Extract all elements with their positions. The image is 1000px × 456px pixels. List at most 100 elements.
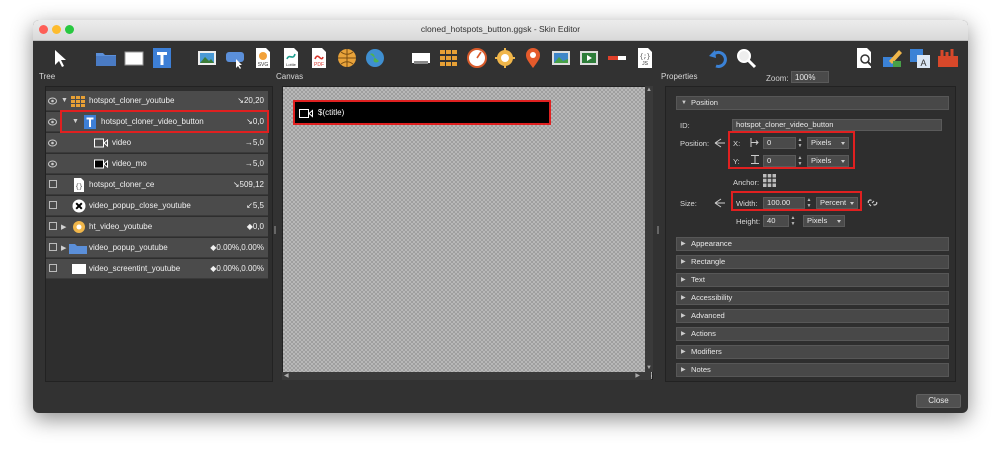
image-button-icon[interactable]: [224, 47, 246, 69]
y-unit-select[interactable]: Pixels: [807, 155, 849, 167]
horizontal-offset-icon: [750, 138, 759, 147]
visibility-checkbox[interactable]: [49, 222, 57, 230]
toolbox-icon[interactable]: [937, 47, 959, 69]
lottie-file-icon[interactable]: Lottie: [280, 47, 302, 69]
hotspot-icon[interactable]: [494, 47, 516, 69]
eye-icon[interactable]: [48, 97, 57, 105]
tree-row[interactable]: ▶ ht_video_youtube ◆0,0: [46, 217, 268, 237]
folder-icon[interactable]: [95, 47, 117, 69]
video-camera-icon: [94, 136, 108, 150]
canvas-vertical-scrollbar[interactable]: ▲ ▼: [645, 86, 653, 372]
visibility-checkbox[interactable]: [49, 243, 57, 251]
tree-row-label: ht_video_youtube: [89, 222, 153, 231]
expand-arrow-icon[interactable]: ▶: [61, 223, 66, 231]
width-stepper[interactable]: ▲ ▼: [806, 197, 812, 209]
section-accessibility[interactable]: ▶ Accessibility: [676, 291, 949, 305]
close-button[interactable]: Close: [916, 394, 961, 408]
map-pin-icon[interactable]: [522, 47, 544, 69]
canvas-header: Canvas: [276, 72, 304, 81]
link-arrow-icon[interactable]: [714, 138, 726, 148]
scroll-left-icon[interactable]: ◀: [284, 372, 289, 379]
x-unit-select[interactable]: Pixels: [807, 137, 849, 149]
canvas-video-button[interactable]: $(ctitle): [293, 100, 551, 125]
height-stepper[interactable]: ▲ ▼: [790, 215, 796, 227]
size-label: Size:: [680, 199, 697, 208]
eye-icon[interactable]: [48, 160, 57, 168]
section-rectangle[interactable]: ▶ Rectangle: [676, 255, 949, 269]
splitter-handle[interactable]: [274, 226, 276, 234]
section-text[interactable]: ▶ Text: [676, 273, 949, 287]
container-icon[interactable]: [410, 47, 432, 69]
splitter-handle[interactable]: [657, 226, 659, 234]
translate-icon[interactable]: A: [909, 47, 931, 69]
tree-row[interactable]: video_screentint_youtube ◆0.00%,0.00%: [46, 259, 268, 279]
anchor-grid-icon[interactable]: [763, 174, 776, 187]
eye-icon[interactable]: [48, 118, 57, 126]
y-field[interactable]: 0: [763, 155, 796, 167]
edit-icon[interactable]: [881, 47, 903, 69]
lottie-file-label: Lottie: [286, 62, 297, 67]
tree-row-position: ◆0.00%,0.00%: [210, 264, 264, 273]
height-unit-select[interactable]: Pixels: [803, 215, 845, 227]
tree-row[interactable]: video →5,0: [46, 133, 268, 153]
visibility-checkbox[interactable]: [49, 264, 57, 272]
title-bar: cloned_hotspots_button.ggsk - Skin Edito…: [33, 20, 968, 41]
canvas-area[interactable]: [282, 86, 653, 380]
y-stepper[interactable]: ▲ ▼: [797, 155, 803, 167]
pdf-file-icon[interactable]: PDF: [308, 47, 330, 69]
globe-icon[interactable]: [336, 47, 358, 69]
section-appearance[interactable]: ▶ Appearance: [676, 237, 949, 251]
visibility-checkbox[interactable]: [49, 180, 57, 188]
map-icon[interactable]: [364, 47, 386, 69]
progress-bar-icon[interactable]: [606, 47, 628, 69]
scroll-right-icon[interactable]: ▶: [635, 372, 640, 379]
width-field[interactable]: 100.00: [763, 197, 805, 209]
section-modifiers[interactable]: ▶ Modifiers: [676, 345, 949, 359]
section-advanced[interactable]: ▶ Advanced: [676, 309, 949, 323]
thumbnail-icon[interactable]: [550, 47, 572, 69]
section-notes[interactable]: ▶ Notes: [676, 363, 949, 377]
cloner-icon[interactable]: [438, 47, 460, 69]
x-stepper[interactable]: ▲ ▼: [797, 137, 803, 149]
zoom-tool-icon[interactable]: [735, 47, 757, 69]
pointer-icon[interactable]: [49, 47, 71, 69]
undo-icon[interactable]: [707, 47, 729, 69]
skin-editor-window: cloned_hotspots_button.ggsk - Skin Edito…: [33, 20, 968, 413]
zoom-select[interactable]: 100%: [791, 71, 829, 83]
tree-row-position: →5,0: [244, 159, 264, 168]
properties-header: Properties: [661, 72, 698, 81]
section-position[interactable]: ▼ Position: [676, 96, 949, 110]
preview-icon[interactable]: [853, 47, 875, 69]
svg-file-icon[interactable]: SVG: [252, 47, 274, 69]
collapse-arrow-icon[interactable]: ▼: [61, 97, 68, 104]
rectangle-icon[interactable]: [123, 47, 145, 69]
scroll-up-icon[interactable]: ▲: [646, 87, 652, 93]
tree-row-label: hotspot_cloner_ce: [89, 180, 155, 189]
tree-row-label: video_popup_close_youtube: [89, 201, 191, 210]
id-field[interactable]: hotspot_cloner_video_button: [732, 119, 942, 131]
height-field[interactable]: 40: [763, 215, 789, 227]
width-unit-select[interactable]: Percent: [816, 197, 858, 209]
text-icon[interactable]: [151, 47, 173, 69]
image-icon[interactable]: [196, 47, 218, 69]
tree-row[interactable]: video_mo →5,0: [46, 154, 268, 174]
chain-link-icon[interactable]: [867, 197, 878, 208]
zoom-label: Zoom:: [766, 74, 789, 83]
link-arrow-icon[interactable]: [714, 198, 726, 208]
tree-row[interactable]: ▶ video_popup_youtube ◆0.00%,0.00%: [46, 238, 268, 258]
visibility-checkbox[interactable]: [49, 201, 57, 209]
code-file-icon[interactable]: {;} JS: [634, 47, 656, 69]
canvas-horizontal-scrollbar[interactable]: ◀ ▶: [282, 372, 651, 380]
expand-arrow-icon[interactable]: ▶: [61, 244, 66, 252]
compass-icon[interactable]: [466, 47, 488, 69]
tree-row[interactable]: video_popup_close_youtube ↙5,5: [46, 196, 268, 216]
tree-row[interactable]: ▼ hotspot_cloner_youtube ↘20,20: [46, 91, 268, 111]
scroll-down-icon[interactable]: ▼: [646, 365, 652, 371]
section-actions[interactable]: ▶ Actions: [676, 327, 949, 341]
video-camera-icon: [94, 157, 108, 171]
close-circle-icon: [72, 199, 86, 213]
video-icon[interactable]: [578, 47, 600, 69]
eye-icon[interactable]: [48, 139, 57, 147]
tree-row[interactable]: {} hotspot_cloner_ce ↘509,12: [46, 175, 268, 195]
x-field[interactable]: 0: [763, 137, 796, 149]
